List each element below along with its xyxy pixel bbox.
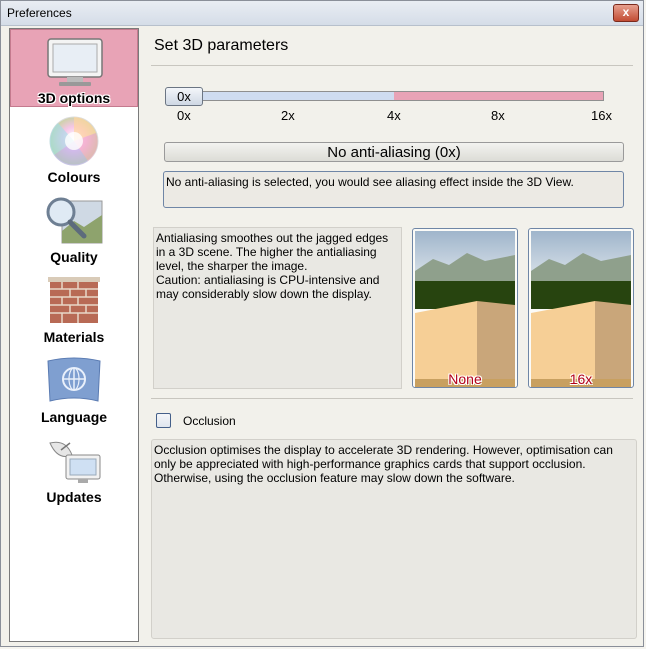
info-line: level, the sharper the image. — [156, 259, 308, 273]
satellite-icon — [49, 441, 101, 483]
info-line: Caution: antialiasing is CPU-intensive a… — [156, 273, 380, 287]
occlusion-description: Occlusion optimises the display to accel… — [151, 439, 637, 639]
antialias-slider-thumb[interactable]: 0x — [165, 87, 203, 106]
description-line: only be appreciated with high-performanc… — [154, 457, 586, 471]
magnifier-icon — [46, 197, 103, 244]
preview-label: None — [448, 371, 482, 387]
divider — [151, 65, 633, 66]
antialias-info: Antialiasing smoothes out the jagged edg… — [153, 227, 402, 389]
monitor-icon — [47, 38, 103, 86]
sidebar-item-label: Updates — [46, 489, 102, 505]
slider-tick-label: 16x — [591, 108, 612, 123]
preview-none: None — [412, 228, 518, 388]
sidebar-item-materials[interactable]: Materials — [10, 269, 138, 347]
description-line: Occlusion optimises the display to accel… — [154, 443, 613, 457]
color-wheel-icon — [49, 116, 99, 166]
aliased-preview-image — [415, 231, 515, 387]
info-line: in a 3D scene. The higher the antialiasi… — [156, 245, 377, 259]
occlusion-label[interactable]: Occlusion — [183, 414, 236, 428]
window-title: Preferences — [7, 6, 72, 20]
slider-tick-label: 8x — [491, 108, 505, 123]
sidebar-item-updates[interactable]: Updates — [10, 429, 138, 507]
title-bar[interactable]: Preferences x — [1, 1, 643, 26]
slider-tick-label: 2x — [281, 108, 295, 123]
sidebar-item-label: Colours — [47, 169, 101, 185]
info-line: Antialiasing smoothes out the jagged edg… — [156, 231, 389, 245]
brick-wall-icon — [48, 277, 100, 323]
sidebar-item-label: Quality — [50, 249, 98, 265]
antialias-mode-label: No anti-aliasing (0x) — [164, 142, 624, 162]
antialias-slider-track[interactable] — [167, 91, 604, 101]
sidebar-item-label: 3D options — [37, 90, 111, 106]
flag-icon — [47, 357, 101, 402]
page-title: Set 3D parameters — [154, 37, 289, 54]
sidebar-item-colours[interactable]: Colours — [10, 109, 138, 187]
slider-tick-label: 0x — [177, 108, 191, 123]
sidebar: 3D options Colours Quality Materials Lan… — [9, 28, 139, 642]
description-line: Otherwise, using the occlusion feature m… — [154, 471, 515, 485]
divider — [151, 398, 633, 399]
sidebar-item-label: Materials — [43, 329, 105, 345]
antialiased-preview-image — [531, 231, 631, 387]
preferences-window: Preferences x 3D options Colours Quality… — [0, 0, 644, 647]
sidebar-item-label: Language — [40, 409, 108, 425]
preview-label: 16x — [569, 371, 593, 387]
info-line: may considerably slow down the display. — [156, 287, 372, 301]
sidebar-item-3d-options[interactable]: 3D options — [10, 29, 138, 107]
sidebar-item-quality[interactable]: Quality — [10, 189, 138, 267]
preview-16x: 16x — [528, 228, 634, 388]
antialias-description: No anti-aliasing is selected, you would … — [163, 171, 624, 208]
sidebar-item-language[interactable]: Language — [10, 349, 138, 427]
occlusion-checkbox[interactable] — [156, 413, 171, 428]
close-button[interactable]: x — [613, 4, 639, 22]
slider-tick-label: 4x — [387, 108, 401, 123]
